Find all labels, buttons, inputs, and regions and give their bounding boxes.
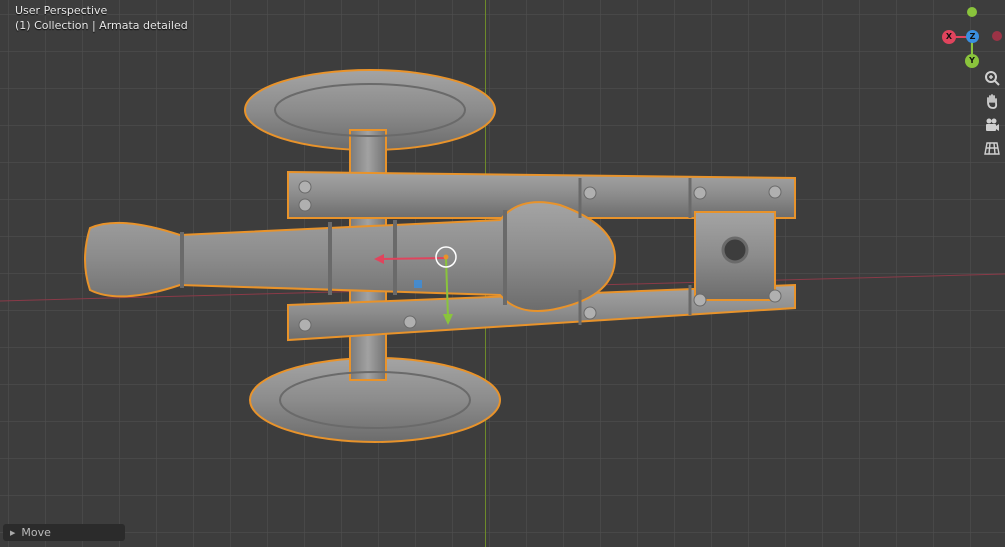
gizmo-plane-handle[interactable] <box>414 280 422 288</box>
gizmo-x-ball[interactable]: X <box>942 30 956 44</box>
operator-label: Move <box>21 526 51 539</box>
gizmo-neg-y-ball[interactable] <box>967 7 977 17</box>
view-name-label: User Perspective <box>15 4 108 17</box>
operator-panel-move[interactable]: ▶ Move <box>3 524 125 541</box>
collection-info-label: (1) Collection | Armata detailed <box>15 19 188 32</box>
hand-pan-icon[interactable] <box>980 89 1004 113</box>
object-origin <box>443 254 449 260</box>
grid-ortho-icon[interactable] <box>980 136 1004 160</box>
3d-viewport[interactable]: User Perspective (1) Collection | Armata… <box>0 0 1005 547</box>
trail-ring-hole <box>721 236 749 264</box>
expand-triangle-icon[interactable]: ▶ <box>10 529 15 537</box>
zoom-icon[interactable] <box>980 66 1004 90</box>
camera-icon[interactable] <box>980 113 1004 137</box>
gizmo-y-ball[interactable]: Y <box>965 54 979 68</box>
gizmo-neg-x-ball[interactable] <box>992 31 1002 41</box>
cannon-model[interactable] <box>0 0 1005 547</box>
cannon-outline <box>84 69 796 443</box>
gizmo-z-ball[interactable]: Z <box>966 30 979 43</box>
